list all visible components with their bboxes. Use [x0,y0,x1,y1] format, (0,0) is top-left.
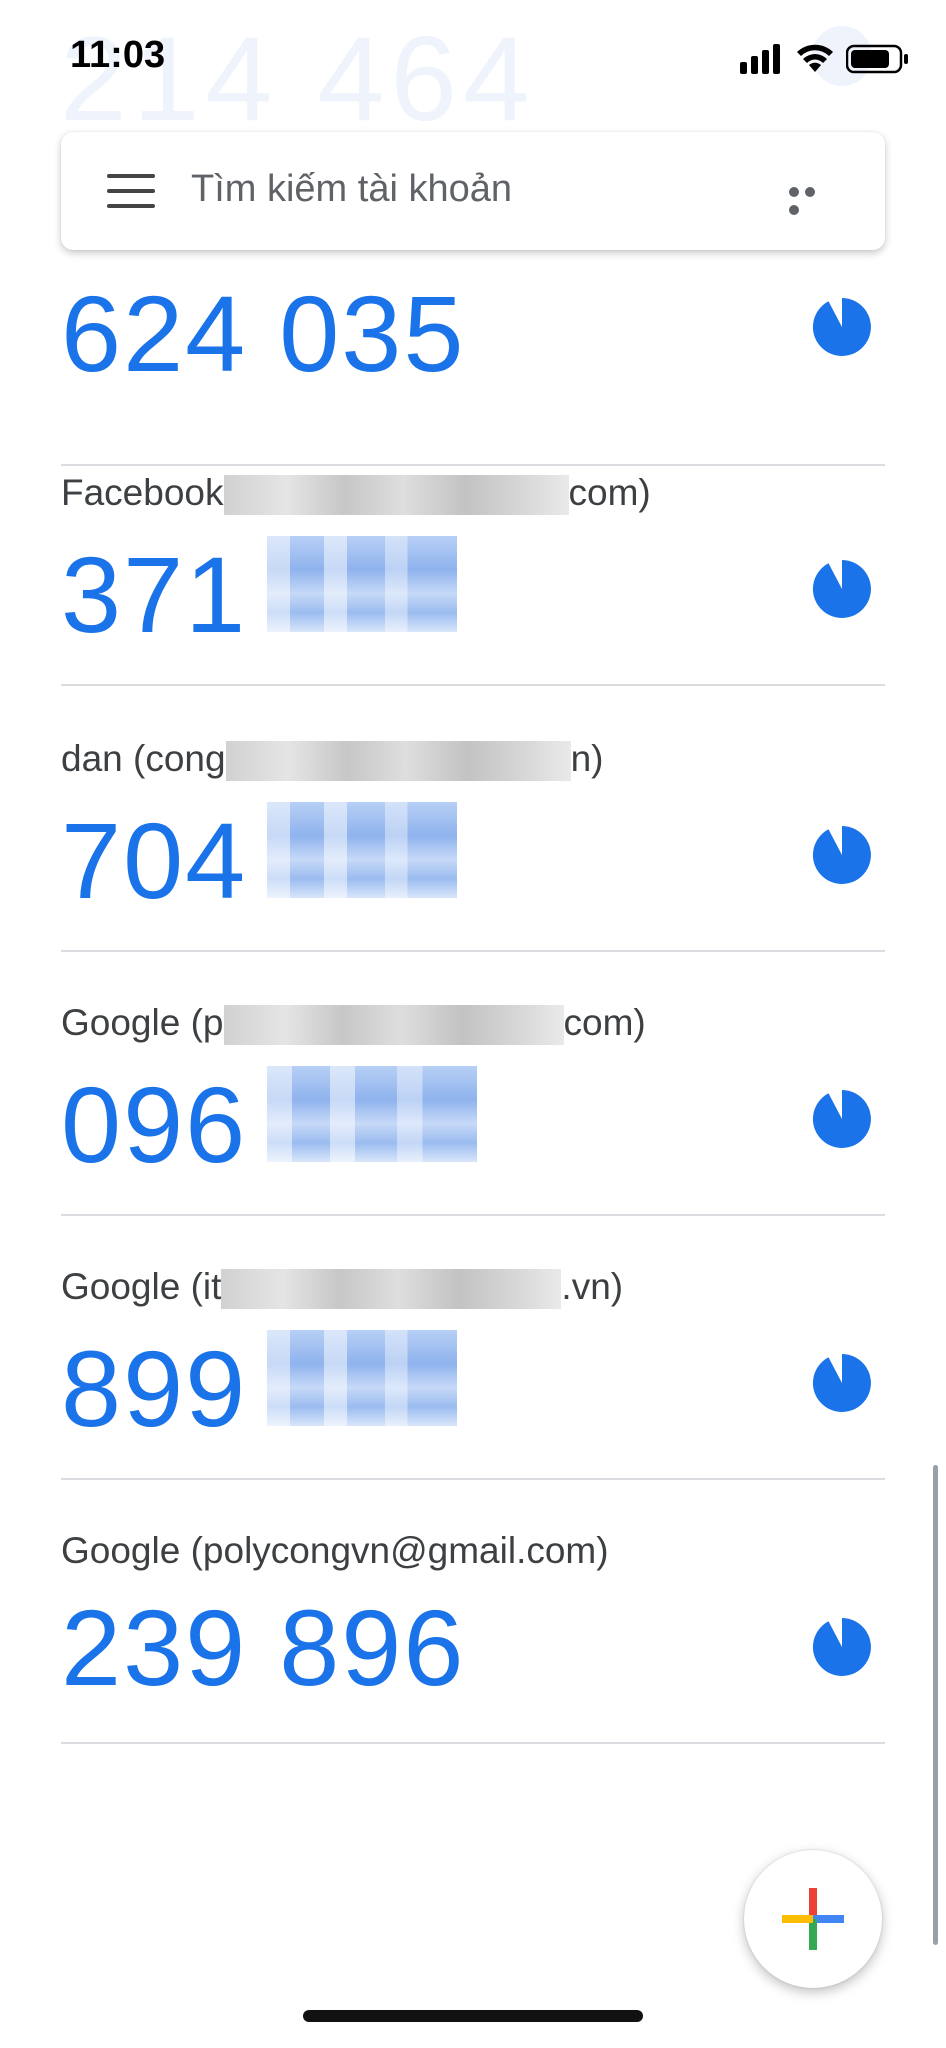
countdown-timer-icon [812,298,871,356]
redacted-code [267,1330,458,1426]
home-indicator[interactable] [303,2010,643,2022]
countdown-timer-icon [812,1618,871,1676]
account-code: 624 035 [61,273,466,394]
countdown-timer-icon [812,560,871,618]
status-time: 11:03 [70,34,166,76]
account-code: 371 [61,536,458,649]
scrollbar[interactable] [933,1465,938,1945]
account-row-2[interactable]: Facebook com) 371 [61,420,885,686]
account-row-6[interactable]: Google (polycongvn@gmail.com) 239 896 [61,1478,885,1744]
account-name: Facebook com) [61,472,651,516]
account-code: 704 [61,802,458,915]
more-horizontal-icon[interactable] [789,184,835,215]
plus-icon [782,1888,844,1950]
countdown-timer-icon [812,826,871,884]
ghost-code-behind: 214 464 [60,12,536,146]
account-row-3[interactable]: dan (cong n) 704 [61,686,885,952]
account-code: 239 896 [61,1587,466,1708]
redacted-email [223,475,569,516]
account-name: Google (p com) [61,1002,646,1046]
status-bar: 214 464 11:03 [0,0,946,146]
countdown-timer-icon [812,1090,871,1148]
cellular-signal-icon [740,44,780,74]
account-row-4[interactable]: Google (p com) 096 [61,950,885,1216]
search-input[interactable]: Tìm kiếm tài khoản [191,168,512,211]
account-name: Google (polycongvn@gmail.com) [61,1530,609,1571]
account-name: Google (it .vn) [61,1266,623,1310]
add-account-button[interactable] [744,1850,882,1988]
countdown-timer-icon [812,1354,871,1412]
account-name: dan (cong n) [61,738,603,782]
wifi-icon [797,44,833,72]
redacted-code [267,802,458,898]
account-code: 096 [61,1066,478,1179]
account-row-5[interactable]: Google (it .vn) 899 [61,1214,885,1480]
account-code: 899 [61,1330,458,1443]
redacted-code [267,536,458,632]
redacted-email [223,1005,564,1046]
search-bar[interactable]: Tìm kiếm tài khoản [61,132,885,250]
redacted-code [267,1066,478,1162]
hamburger-menu-icon[interactable] [107,174,155,208]
redacted-email [221,1269,562,1310]
redacted-email [225,741,571,782]
battery-icon [846,44,908,74]
